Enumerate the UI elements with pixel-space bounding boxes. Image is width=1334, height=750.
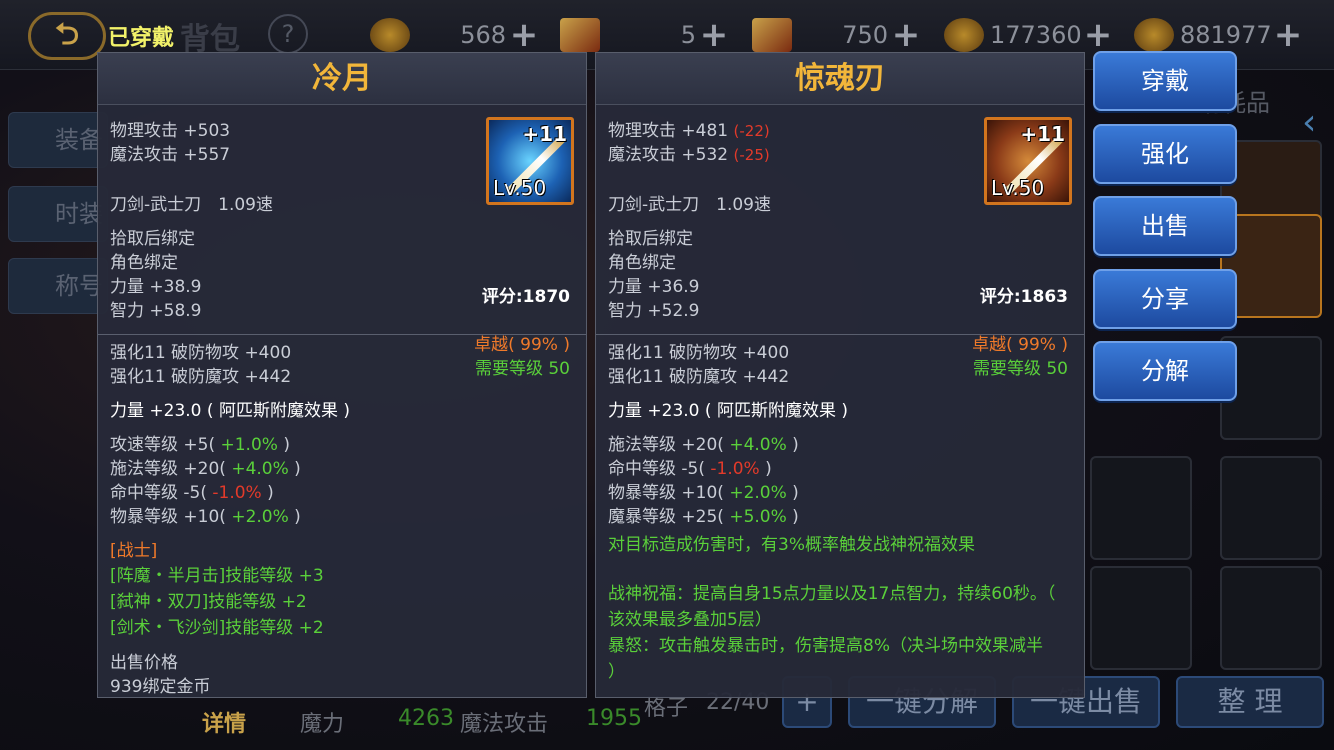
item-quality: 卓越( 99% ): [474, 335, 570, 355]
scroll-icon: [560, 18, 600, 52]
back-button[interactable]: ⮌: [28, 12, 106, 60]
mattack-value: 1955: [586, 706, 642, 731]
resource-scroll-1: 5 +: [560, 15, 732, 55]
decompose-button[interactable]: 分解: [1093, 341, 1237, 401]
help-icon[interactable]: ?: [268, 14, 308, 54]
magic-value: 4263: [398, 706, 454, 731]
coin-icon: [944, 18, 984, 52]
item-extra-stats: 强化11 破防物攻 +400 强化11 破防魔攻 +442 力量 +23.0 (…: [98, 335, 586, 697]
add-resource-button[interactable]: +: [506, 15, 542, 55]
worn-badge: 已穿戴: [108, 26, 175, 51]
resource-coin-1: 568 +: [370, 15, 542, 55]
enhance-button[interactable]: 强化: [1093, 124, 1237, 184]
detail-tab[interactable]: 详情: [202, 706, 246, 738]
item-score: 评分:1870: [481, 287, 570, 307]
item-extra-stats: 强化11 破防物攻 +400 强化11 破防魔攻 +442 力量 +23.0 (…: [596, 335, 1084, 691]
required-level: 需要等级 50: [474, 359, 570, 379]
tab-fashion[interactable]: 时装: [8, 186, 108, 242]
resource-coin-3: 881977 +: [1134, 15, 1306, 55]
selected-item-panel: 惊魂刃 +11 Lv.50 物理攻击 +481 (-22) 魔法攻击 +532 …: [595, 52, 1085, 698]
inventory-slot[interactable]: [1090, 566, 1192, 670]
item-name: 冷月: [98, 53, 586, 105]
chevron-left-icon[interactable]: ‹: [1302, 102, 1316, 143]
item-icon: +11 Lv.50: [984, 117, 1072, 205]
item-score: 评分:1863: [979, 287, 1068, 307]
sort-button[interactable]: 整 理: [1176, 676, 1324, 728]
add-resource-button[interactable]: +: [1080, 15, 1116, 55]
inventory-slot[interactable]: [1220, 456, 1322, 560]
arrow-back-icon: ⮌: [54, 17, 80, 52]
item-name: 惊魂刃: [596, 53, 1084, 105]
add-resource-button[interactable]: +: [696, 15, 732, 55]
resource-scroll-2: 750 +: [752, 15, 924, 55]
special-effect: 对目标造成伤害时，有3%概率触发战神祝福效果: [608, 535, 975, 555]
coin-icon: [370, 18, 410, 52]
inventory-slot[interactable]: [1220, 566, 1322, 670]
add-resource-button[interactable]: +: [1270, 15, 1306, 55]
mattack-label: 魔法攻击: [460, 712, 549, 737]
add-resource-button[interactable]: +: [888, 15, 924, 55]
worn-item-panel: 冷月 +11 Lv.50 物理攻击 +503 魔法攻击 +557 刀剑-武士刀 …: [97, 52, 587, 698]
share-button[interactable]: 分享: [1093, 269, 1237, 329]
tab-title[interactable]: 称号: [8, 258, 108, 314]
scroll-icon: [752, 18, 792, 52]
item-icon: +11 Lv.50: [486, 117, 574, 205]
magic-label: 魔力: [300, 712, 345, 737]
required-level: 需要等级 50: [972, 359, 1068, 379]
equip-button[interactable]: 穿戴: [1093, 51, 1237, 111]
item-base-stats: +11 Lv.50 物理攻击 +481 (-22) 魔法攻击 +532 (-25…: [596, 105, 1084, 379]
item-base-stats: +11 Lv.50 物理攻击 +503 魔法攻击 +557 刀剑-武士刀 1.0…: [98, 105, 586, 379]
sell-button[interactable]: 出售: [1093, 196, 1237, 256]
coin-icon: [1134, 18, 1174, 52]
tab-equipment[interactable]: 装备: [8, 112, 108, 168]
inventory-slot[interactable]: [1090, 456, 1192, 560]
item-quality: 卓越( 99% ): [972, 335, 1068, 355]
resource-coin-2: 177360 +: [944, 15, 1116, 55]
class-requirement: [战士]: [110, 541, 158, 561]
